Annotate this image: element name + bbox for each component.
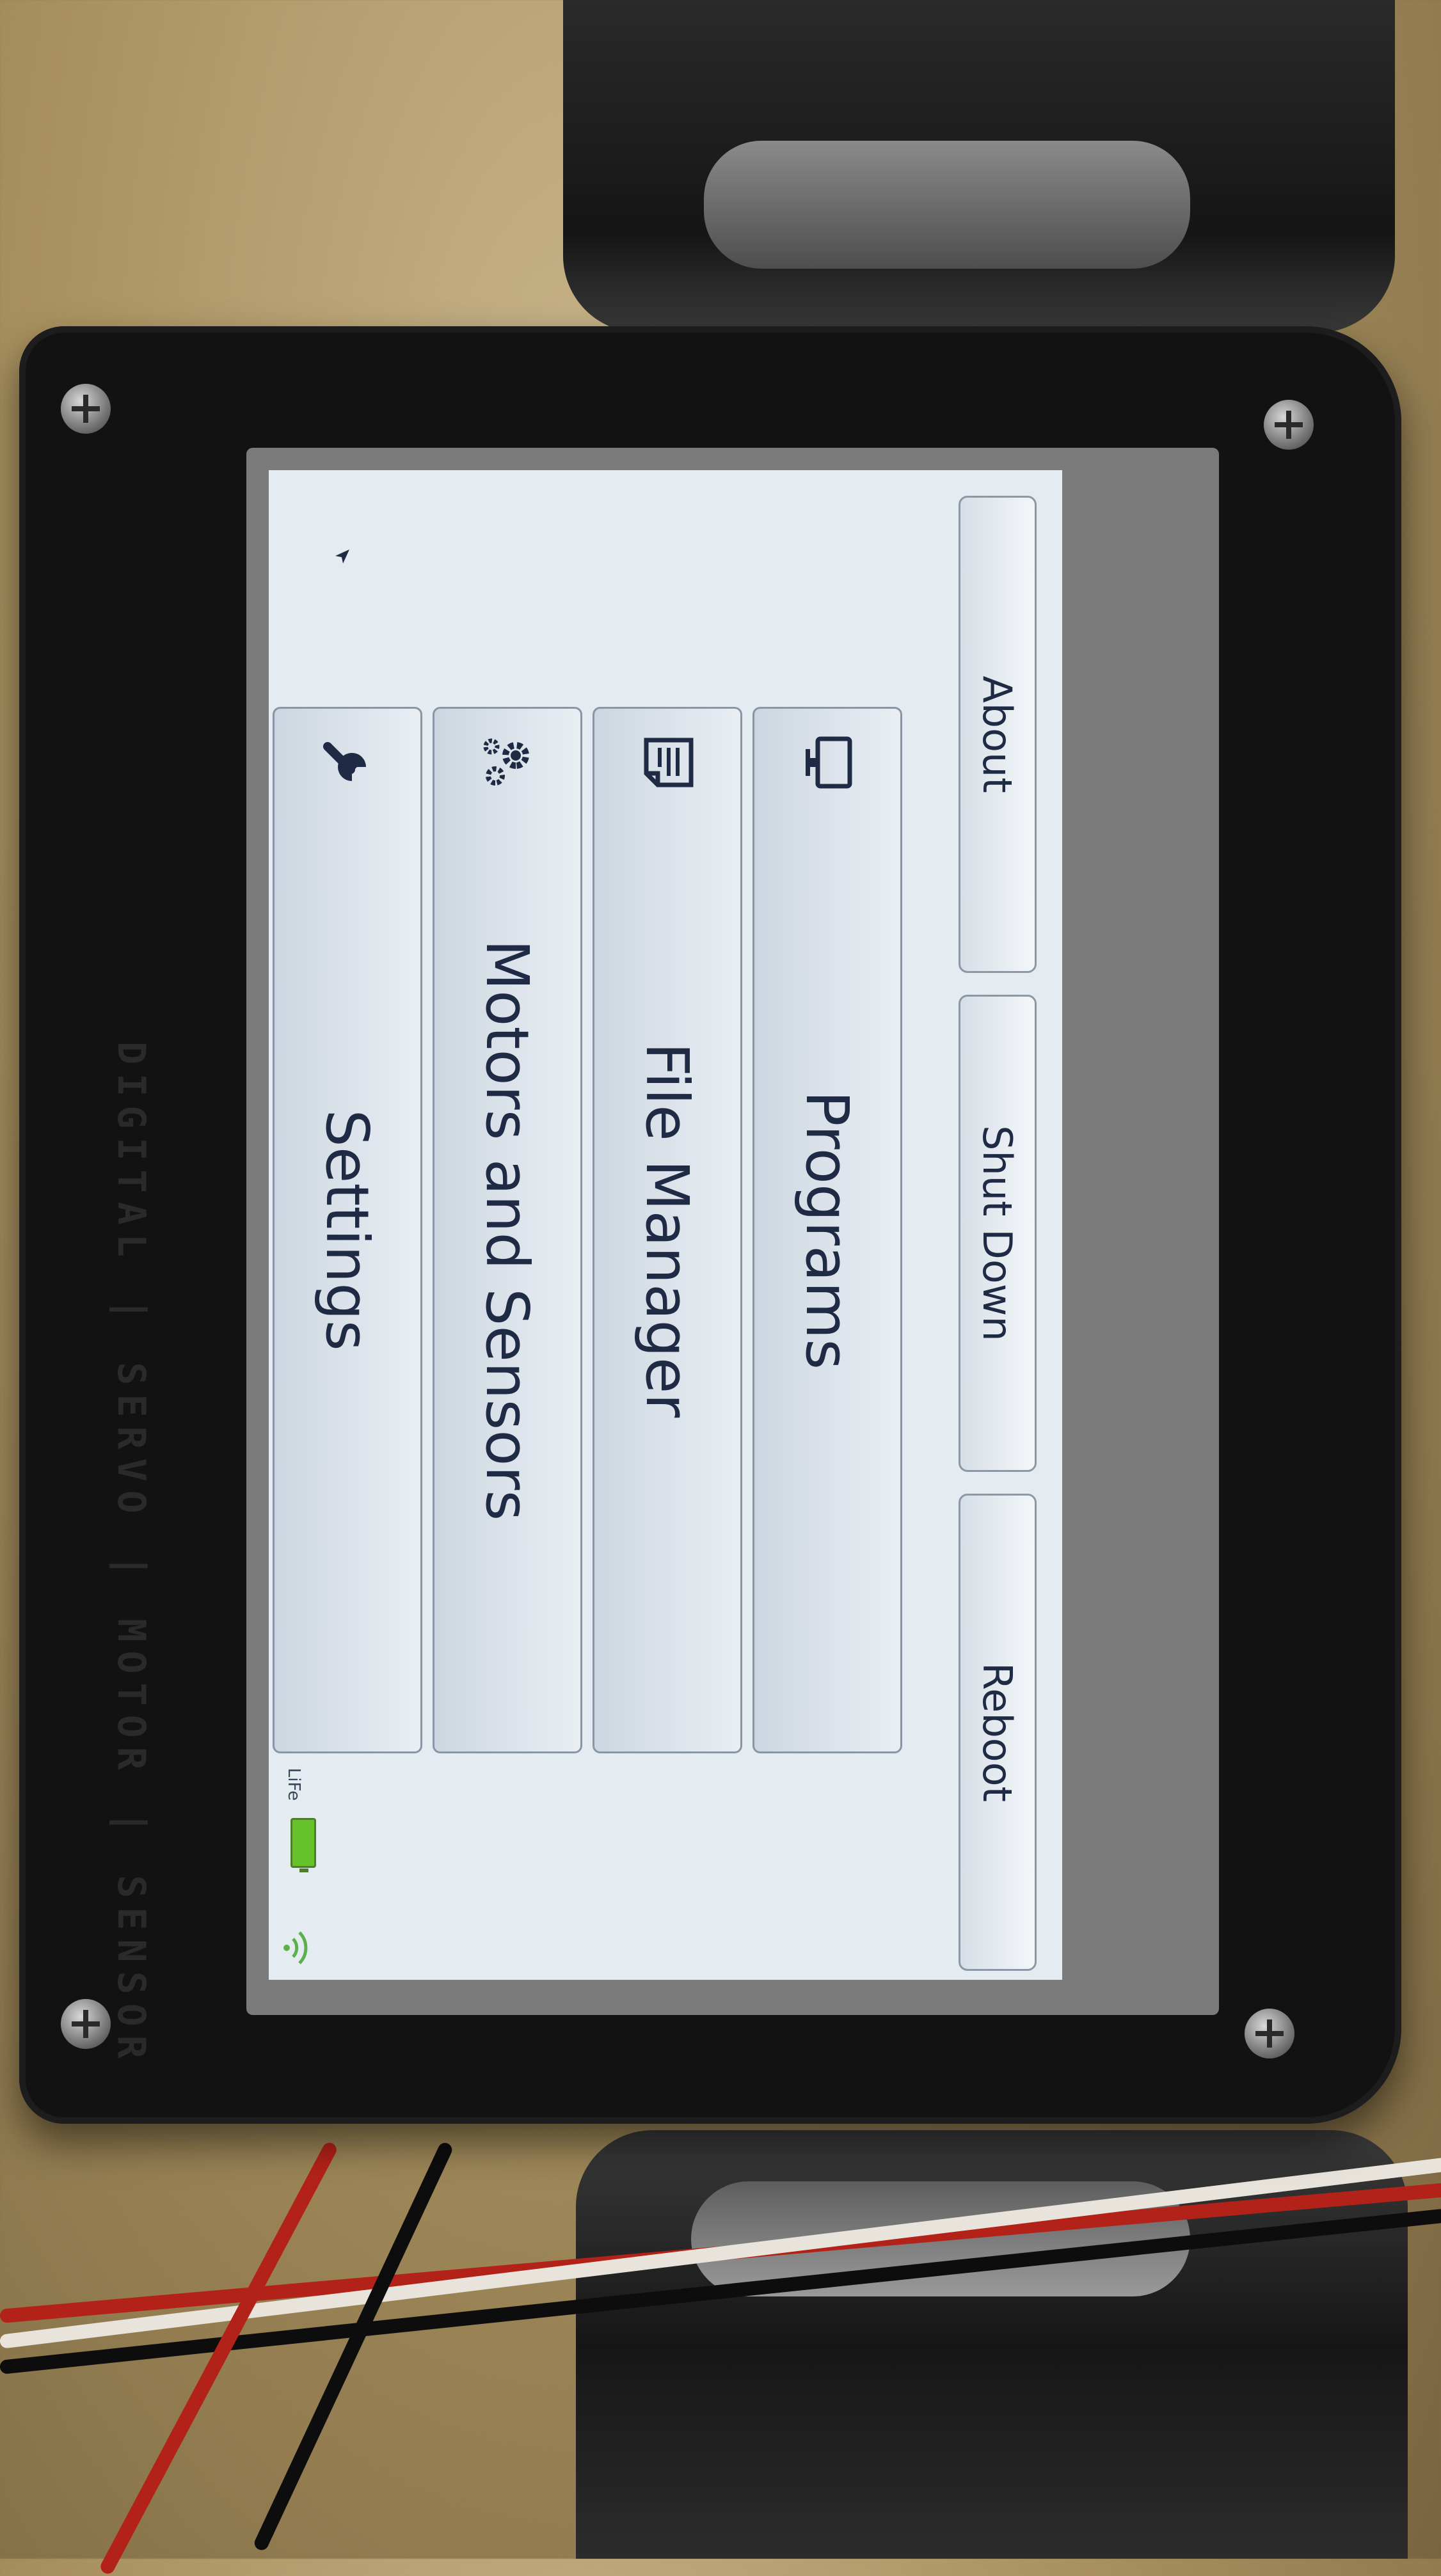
lcd-screen: About Shut Down Reboot Programs File Man… — [269, 470, 1062, 1980]
robot-chassis-top — [563, 0, 1395, 333]
motors-and-sensors-label: Motors and Sensors — [473, 939, 542, 1521]
settings-label: Settings — [313, 1109, 382, 1351]
status-bar: LiFe — [269, 1737, 365, 1980]
programs-label: Programs — [793, 1090, 862, 1370]
robot-chassis-bottom — [576, 2130, 1408, 2559]
chassis-plate — [704, 141, 1190, 269]
screw — [1245, 2009, 1294, 2058]
about-button[interactable]: About — [959, 496, 1037, 973]
battery-icon — [291, 1818, 316, 1868]
battery-label: LiFe — [284, 1767, 303, 1801]
reboot-button-label: Reboot — [974, 1663, 1021, 1802]
cable-black — [252, 2140, 454, 2553]
file-manager-button[interactable]: File Manager — [593, 707, 742, 1753]
settings-button[interactable]: Settings — [273, 707, 422, 1753]
screw — [1264, 400, 1314, 450]
screw — [61, 384, 111, 434]
about-button-label: About — [974, 676, 1021, 793]
reboot-button[interactable]: Reboot — [959, 1494, 1037, 1971]
screen-content: About Shut Down Reboot Programs File Man… — [269, 470, 1062, 1980]
file-manager-label: File Manager — [633, 1042, 702, 1418]
shut-down-button-label: Shut Down — [974, 1125, 1021, 1341]
shut-down-button[interactable]: Shut Down — [959, 995, 1037, 1472]
cursor-arrow-icon — [335, 549, 349, 564]
programs-button[interactable]: Programs — [752, 707, 902, 1753]
wifi-icon — [283, 1931, 308, 1964]
motors-and-sensors-button[interactable]: Motors and Sensors — [433, 707, 582, 1753]
screw — [61, 1999, 111, 2049]
